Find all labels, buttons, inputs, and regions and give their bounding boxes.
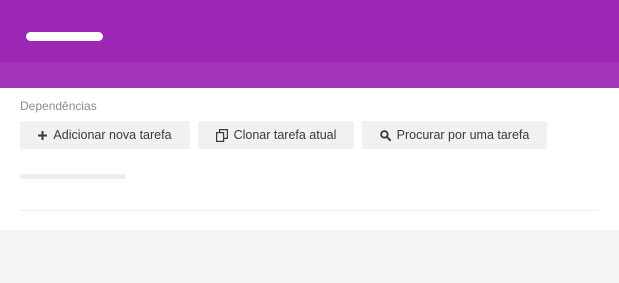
search-task-label: Procurar por uma tarefa (396, 128, 530, 142)
search-task-button[interactable]: Procurar por uma tarefa (362, 121, 547, 149)
dependencies-label: Dependências (20, 99, 97, 113)
loading-placeholder (20, 174, 126, 179)
title-placeholder (26, 32, 103, 41)
clone-current-task-button[interactable]: Clonar tarefa atual (198, 121, 354, 149)
dialog-header (0, 0, 619, 88)
clone-current-task-label: Clonar tarefa atual (233, 128, 337, 142)
search-icon (379, 129, 391, 141)
dependencies-panel: Dependências Adicionar nova tarefa Clona… (0, 88, 619, 230)
divider (20, 210, 597, 211)
header-stripe (0, 62, 619, 88)
plus-icon (38, 130, 48, 140)
add-new-task-label: Adicionar nova tarefa (53, 128, 172, 142)
copy-icon (215, 128, 228, 142)
add-new-task-button[interactable]: Adicionar nova tarefa (20, 121, 190, 149)
task-dialog: Dependências Adicionar nova tarefa Clona… (0, 0, 619, 283)
